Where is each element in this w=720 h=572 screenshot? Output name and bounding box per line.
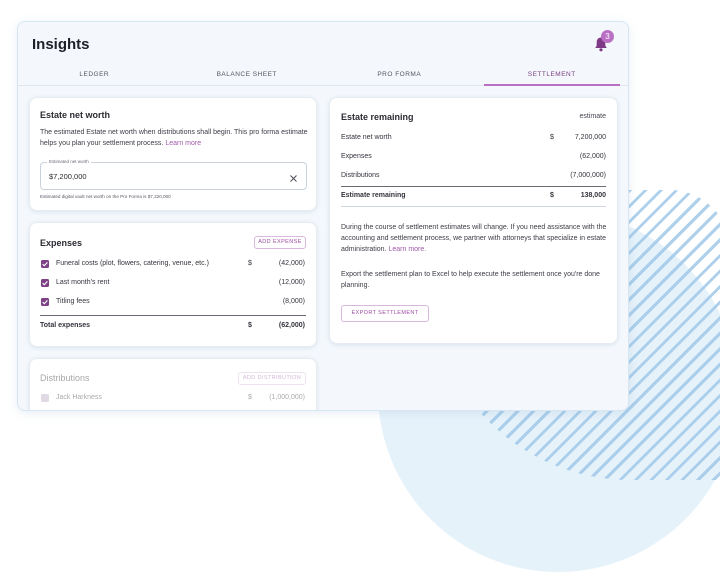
remaining-row: Estate net worth $ 7,200,000	[330, 132, 617, 144]
checkbox-checked-icon[interactable]	[41, 279, 49, 287]
total-currency: $	[550, 192, 554, 199]
card-title: Estate net worth	[40, 110, 111, 120]
remaining-row: Distributions (7,000,000)	[330, 170, 617, 182]
row-label: Estate net worth	[341, 134, 392, 141]
clear-icon[interactable]	[289, 170, 298, 182]
checkbox-icon[interactable]	[41, 394, 49, 402]
expense-amount: (42,000)	[278, 260, 305, 267]
estimated-net-worth-input[interactable]: Estimated net worth $7,200,000	[40, 159, 307, 190]
row-amount: 7,200,000	[574, 134, 606, 141]
expense-row: Last month's rent (12,000)	[30, 277, 316, 289]
learn-more-link[interactable]: Learn more	[165, 140, 201, 147]
net-worth-description: The estimated Estate net worth when dist…	[40, 129, 308, 147]
distribution-amount: (1,000,000)	[269, 394, 305, 401]
total-label: Estimate remaining	[341, 192, 406, 199]
tab-settlement[interactable]: SETTLEMENT	[476, 65, 629, 86]
tab-bar: LEDGER BALANCE SHEET PRO FORMA SETTLEMEN…	[18, 65, 628, 86]
total-label: Total expenses	[40, 322, 91, 329]
distribution-label: Jack Harkness	[56, 394, 102, 401]
input-value: $7,200,000	[49, 172, 87, 181]
expense-label: Funeral costs (plot, flowers, catering, …	[56, 260, 209, 267]
distribution-currency: $	[248, 394, 252, 401]
window-header: Insights 3	[18, 22, 628, 62]
add-expense-button[interactable]: ADD EXPENSE	[254, 236, 306, 249]
card-title: Estate remaining	[341, 112, 414, 122]
estimate-tag: estimate	[579, 113, 606, 120]
export-settlement-button[interactable]: EXPORT SETTLEMENT	[341, 305, 429, 322]
total-amount: (62,000)	[278, 322, 305, 329]
card-title: Distributions	[40, 373, 90, 383]
estate-net-worth-card: Estate net worth The estimated Estate ne…	[29, 97, 317, 211]
learn-more-link[interactable]: Learn more.	[388, 246, 426, 253]
expenses-card: Expenses ADD EXPENSE Funeral costs (plot…	[29, 222, 317, 347]
export-paragraph: Export the settlement plan to Excel to h…	[341, 271, 600, 289]
net-worth-hint: Estimated digital vault net worth on the…	[40, 194, 171, 199]
card-title: Expenses	[40, 238, 83, 248]
input-label: Estimated net worth	[47, 159, 91, 164]
expense-row: Titling fees (8,000)	[30, 296, 316, 308]
expense-label: Last month's rent	[56, 279, 110, 286]
estimate-remaining-row: Estimate remaining $ 138,000	[330, 190, 617, 202]
divider	[40, 315, 306, 316]
divider	[341, 206, 606, 207]
checkbox-checked-icon[interactable]	[41, 260, 49, 268]
page-title: Insights	[32, 36, 90, 53]
add-distribution-button[interactable]: ADD DISTRIBUTION	[238, 372, 306, 385]
row-currency: $	[550, 134, 554, 141]
expense-currency: $	[248, 260, 252, 267]
tab-ledger[interactable]: LEDGER	[18, 65, 171, 85]
insights-window: Insights 3 LEDGER BALANCE SHEET PRO FORM…	[17, 21, 629, 411]
row-amount: (7,000,000)	[570, 172, 606, 179]
divider	[341, 186, 606, 187]
notification-badge: 3	[601, 30, 614, 43]
expense-amount: (12,000)	[278, 279, 305, 286]
total-currency: $	[248, 322, 252, 329]
total-expenses-row: Total expenses $ (62,000)	[30, 320, 316, 332]
row-amount: (62,000)	[579, 153, 606, 160]
row-label: Expenses	[341, 153, 372, 160]
checkbox-checked-icon[interactable]	[41, 298, 49, 306]
total-amount: 138,000	[580, 192, 606, 199]
expense-row: Funeral costs (plot, flowers, catering, …	[30, 258, 316, 270]
tab-balance-sheet[interactable]: BALANCE SHEET	[171, 65, 324, 85]
assistance-paragraph: During the course of settlement estimate…	[341, 224, 607, 253]
distributions-card: Distributions ADD DISTRIBUTION Jack Hark…	[29, 358, 317, 410]
remaining-row: Expenses (62,000)	[330, 151, 617, 163]
expense-label: Titling fees	[56, 298, 90, 305]
estate-remaining-card: Estate remaining estimate Estate net wor…	[329, 97, 618, 344]
tab-pro-forma[interactable]: PRO FORMA	[323, 65, 476, 85]
distribution-row: Jack Harkness $ (1,000,000)	[30, 392, 316, 404]
expense-amount: (8,000)	[282, 298, 305, 305]
row-label: Distributions	[341, 172, 380, 179]
